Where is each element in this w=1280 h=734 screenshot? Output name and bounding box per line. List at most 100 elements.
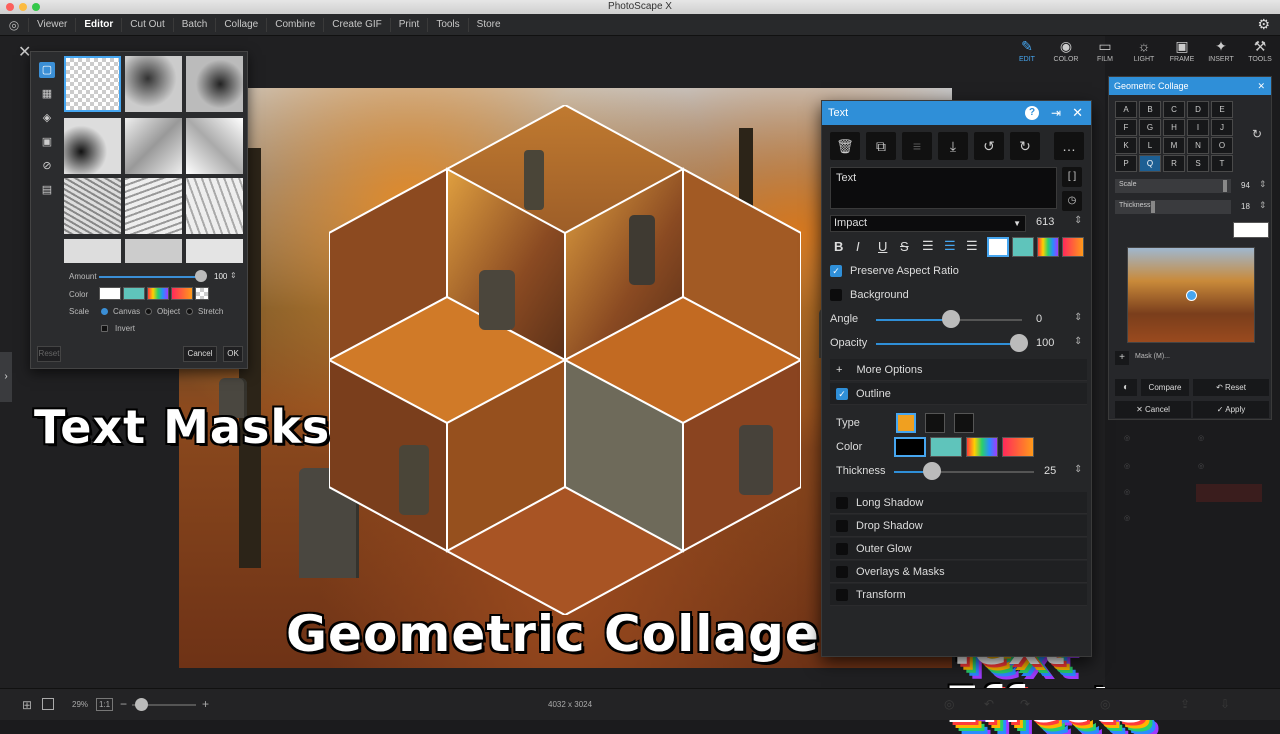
gc-close-icon[interactable]: ✕ — [1257, 77, 1265, 95]
mask-color-rainbow-swatch[interactable] — [147, 287, 169, 300]
zoom-ratio-button[interactable]: 1:1 — [96, 698, 114, 711]
mask-thumb-texture[interactable] — [64, 118, 121, 174]
gc-cancel-button[interactable]: ✕ Cancel — [1115, 401, 1191, 418]
gc-letter-r[interactable]: R — [1163, 155, 1185, 172]
mask-pattern-icon[interactable]: ▤ — [39, 182, 55, 198]
zoom-value[interactable]: 29% — [72, 700, 88, 709]
transform-checkbox[interactable] — [836, 589, 848, 602]
gc-letter-c[interactable]: C — [1163, 101, 1185, 118]
text-color-rainbow-swatch[interactable] — [1037, 237, 1059, 257]
outline-color-gradient-swatch[interactable] — [1002, 437, 1034, 457]
gc-scale-stepper-icon[interactable]: ⇕ — [1259, 179, 1267, 190]
amount-slider-knob[interactable] — [195, 270, 207, 282]
preserve-aspect-checkbox[interactable]: ✓ — [830, 265, 842, 278]
rotate-right-icon[interactable]: ↻ — [1010, 132, 1040, 160]
outer-glow-section[interactable]: Outer Glow — [830, 538, 1087, 560]
gc-letter-g[interactable]: G — [1139, 119, 1161, 136]
zoom-in-icon[interactable]: + — [202, 697, 209, 711]
gc-letter-i[interactable]: I — [1187, 119, 1209, 136]
amount-value[interactable]: 100 — [214, 272, 227, 281]
mask-thumb-texture[interactable] — [64, 178, 121, 234]
tool-insert[interactable]: ✦ INSERT — [1202, 38, 1240, 63]
geometric-collage-hexagon[interactable] — [329, 105, 801, 615]
text-color-pattern-swatch[interactable] — [1012, 237, 1034, 257]
text-color-white-swatch[interactable] — [987, 237, 1009, 257]
mask-thumb-texture[interactable] — [125, 118, 182, 174]
overlays-masks-checkbox[interactable] — [836, 566, 848, 579]
gc-letter-p[interactable]: P — [1115, 155, 1137, 172]
tool-edit[interactable]: ✎ EDIT — [1008, 38, 1046, 63]
underline-icon[interactable]: U — [878, 239, 887, 254]
crop-grid-icon[interactable]: ⊞ — [22, 698, 32, 712]
long-shadow-checkbox[interactable] — [836, 497, 848, 510]
mask-thumb-texture[interactable] — [125, 239, 182, 263]
reset-button[interactable]: Reset — [37, 346, 61, 362]
gc-thickness-field[interactable]: Thickness — [1115, 200, 1231, 214]
outline-checkbox[interactable]: ✓ — [836, 388, 848, 401]
drop-shadow-section[interactable]: Drop Shadow — [830, 515, 1087, 537]
gc-letter-h[interactable]: H — [1163, 119, 1185, 136]
outer-glow-checkbox[interactable] — [836, 543, 848, 556]
italic-icon[interactable]: I — [856, 239, 860, 254]
mask-thumb-texture[interactable] — [125, 56, 182, 112]
split-view-icon[interactable] — [42, 698, 54, 710]
mask-image-icon[interactable]: ▣ — [39, 134, 55, 150]
menu-store[interactable]: Store — [467, 17, 509, 32]
gc-letter-o[interactable]: O — [1211, 137, 1233, 154]
mask-thumb-texture[interactable] — [64, 239, 121, 263]
bold-icon[interactable]: B — [834, 239, 843, 254]
transform-section[interactable]: Transform — [830, 584, 1087, 606]
drop-shadow-checkbox[interactable] — [836, 520, 848, 533]
mask-blend-icon[interactable]: ◈ — [39, 110, 55, 126]
mask-color-gradient-swatch[interactable] — [171, 287, 193, 300]
gc-letter-j[interactable]: J — [1211, 119, 1233, 136]
mask-color-checker-swatch[interactable] — [195, 287, 209, 300]
close-panel-icon[interactable]: ✕ — [1072, 101, 1083, 125]
opacity-value[interactable]: 100 — [1036, 337, 1054, 349]
gc-thickness-value[interactable]: 18 — [1241, 202, 1250, 211]
font-size-value[interactable]: 613 — [1036, 216, 1054, 228]
outline-color-black-swatch[interactable] — [894, 437, 926, 457]
mask-shape-icon[interactable]: ▢ — [39, 62, 55, 78]
gc-letter-m[interactable]: M — [1163, 137, 1185, 154]
outline-thickness-value[interactable]: 25 — [1044, 465, 1056, 477]
angle-value[interactable]: 0 — [1036, 313, 1042, 325]
font-select[interactable]: Impact ▼ — [830, 215, 1026, 232]
text-input[interactable]: Text — [830, 167, 1057, 209]
amount-stepper-icon[interactable]: ⇕ — [230, 271, 237, 280]
amount-slider[interactable] — [99, 276, 203, 278]
menu-collage[interactable]: Collage — [215, 17, 266, 32]
angle-stepper-icon[interactable]: ⇕ — [1074, 312, 1082, 323]
help-icon[interactable]: ? — [1025, 106, 1039, 120]
menu-batch[interactable]: Batch — [172, 17, 216, 32]
mask-color-white-swatch[interactable] — [99, 287, 121, 300]
ok-button[interactable]: OK — [223, 346, 243, 362]
menu-viewer[interactable]: Viewer — [28, 17, 75, 32]
more-icon[interactable]: … — [1054, 132, 1084, 160]
menu-cut-out[interactable]: Cut Out — [121, 17, 172, 32]
background-checkbox[interactable] — [830, 289, 842, 302]
outline-type-1-swatch[interactable] — [896, 413, 916, 433]
minimize-window-button[interactable] — [19, 3, 27, 11]
gc-letter-a[interactable]: A — [1115, 101, 1137, 118]
gc-mask-plus-icon[interactable]: + — [1115, 351, 1129, 365]
tool-light[interactable]: ☼ LIGHT — [1125, 38, 1163, 63]
mask-thumb-transparent[interactable] — [64, 56, 121, 112]
gc-scale-value[interactable]: 94 — [1241, 181, 1250, 190]
outline-section[interactable]: ✓ Outline — [830, 383, 1087, 405]
background-row[interactable]: Background — [830, 289, 1087, 302]
gc-letter-t[interactable]: T — [1211, 155, 1233, 172]
outline-type-3-swatch[interactable] — [954, 413, 974, 433]
scale-stretch-radio[interactable] — [186, 308, 193, 315]
layer-order-icon[interactable]: ⤓ — [938, 132, 968, 160]
gc-letter-f[interactable]: F — [1115, 119, 1137, 136]
long-shadow-section[interactable]: Long Shadow — [830, 492, 1087, 514]
gc-preview-center-handle[interactable] — [1186, 290, 1197, 301]
cancel-button[interactable]: Cancel — [183, 346, 217, 362]
gc-thickness-stepper-icon[interactable]: ⇕ — [1259, 200, 1267, 211]
outline-color-pattern-swatch[interactable] — [930, 437, 962, 457]
outline-thickness-stepper-icon[interactable]: ⇕ — [1074, 464, 1082, 475]
mask-none-icon[interactable]: ⊘ — [39, 158, 55, 174]
menu-editor[interactable]: Editor — [75, 17, 121, 32]
tool-tools[interactable]: ⚒ TOOLS — [1241, 38, 1279, 63]
